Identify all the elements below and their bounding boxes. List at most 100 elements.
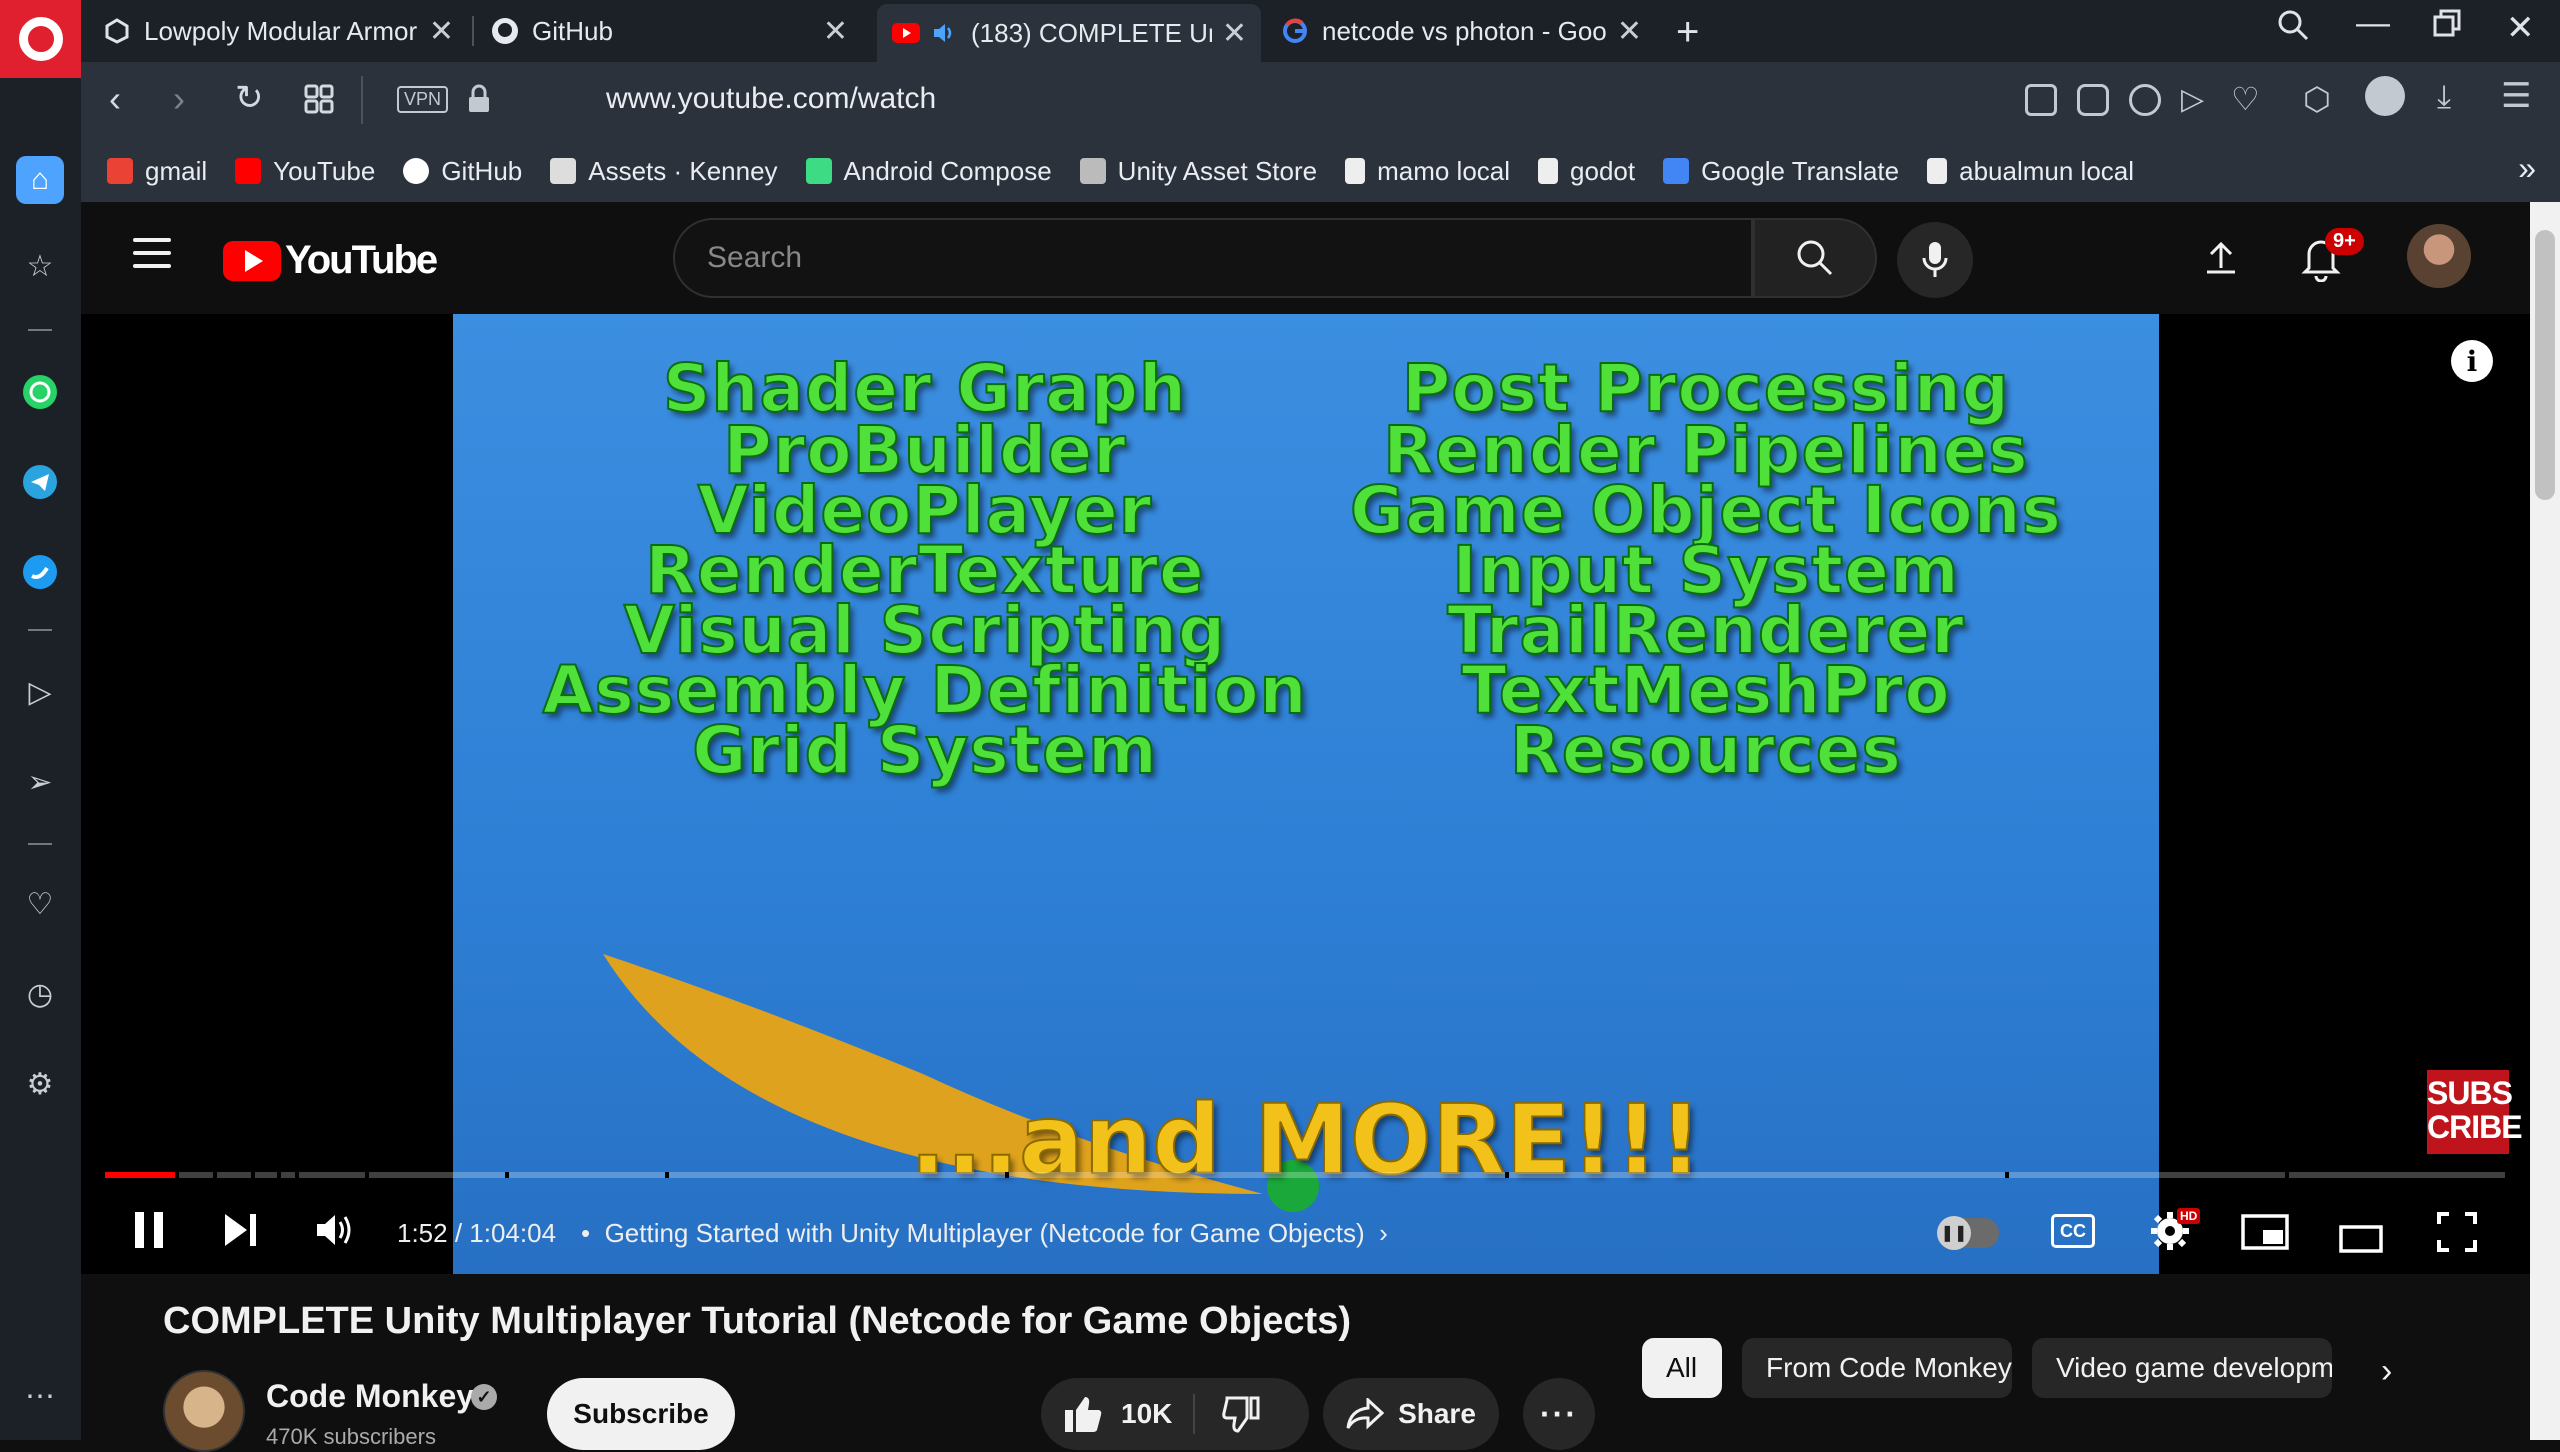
- page-icon: [1927, 158, 1948, 184]
- minimize-icon[interactable]: —: [2356, 4, 2390, 43]
- more-actions-button[interactable]: ···: [1523, 1378, 1595, 1450]
- twitter-icon[interactable]: [22, 554, 58, 590]
- masthead: YouTube Search 9+: [81, 202, 2530, 314]
- tab-youtube-active[interactable]: (183) COMPLETE Uni ✕: [877, 4, 1261, 62]
- telegram-icon[interactable]: [22, 464, 58, 500]
- channel-name[interactable]: Code Monkey: [266, 1378, 474, 1415]
- heart-icon[interactable]: ♡: [2231, 80, 2260, 118]
- player-icon[interactable]: ▷: [20, 672, 60, 712]
- send-icon[interactable]: ▷: [2181, 82, 2204, 117]
- close-icon[interactable]: ✕: [429, 14, 454, 49]
- upload-icon[interactable]: [2201, 238, 2241, 278]
- adblock-icon[interactable]: [2129, 84, 2161, 116]
- close-icon[interactable]: ✕: [823, 14, 848, 49]
- restore-icon[interactable]: [2432, 8, 2462, 47]
- url-field[interactable]: www.youtube.com/watch: [606, 82, 936, 116]
- volume-icon[interactable]: [315, 1212, 355, 1258]
- tab-google-search[interactable]: netcode vs photon - Goo ✕: [1266, 6, 1656, 56]
- chip-all[interactable]: All: [1642, 1338, 1722, 1398]
- send-flow-icon[interactable]: ➢: [20, 762, 60, 802]
- bookmark-label: Assets · Kenney: [588, 155, 778, 186]
- search-input[interactable]: Search: [673, 218, 1753, 298]
- close-icon[interactable]: ✕: [1617, 14, 1642, 49]
- speaker-icon[interactable]: [929, 18, 959, 48]
- back-icon[interactable]: ‹: [109, 78, 121, 120]
- bookmark-mamo-local[interactable]: mamo local: [1345, 156, 1510, 187]
- miniplayer-icon[interactable]: [2241, 1214, 2289, 1260]
- fullscreen-icon[interactable]: [2437, 1212, 2477, 1262]
- profile-icon[interactable]: [2365, 76, 2405, 116]
- progress-bar[interactable]: [105, 1172, 2505, 1178]
- chapter-title-button[interactable]: • Getting Started with Unity Multiplayer…: [581, 1218, 1388, 1249]
- chevron-right-icon[interactable]: ›: [2381, 1352, 2392, 1391]
- bookmark-github[interactable]: GitHub: [403, 156, 522, 187]
- address-bar: ‹ › ↻ VPN www.youtube.com/watch ▷ ♡ ⬡ ⤓ …: [81, 62, 2560, 140]
- home-icon[interactable]: ⌂: [16, 156, 64, 204]
- github-icon: [490, 16, 520, 46]
- bookmark-label: Unity Asset Store: [1117, 155, 1318, 186]
- history-clock-icon[interactable]: ◷: [20, 974, 60, 1014]
- speed-dial-star-icon[interactable]: ☆: [20, 246, 60, 286]
- dislike-button[interactable]: [1221, 1394, 1261, 1439]
- download-icon[interactable]: ⤓: [2437, 78, 2451, 116]
- menu-icon[interactable]: [133, 238, 171, 268]
- subscribe-watermark[interactable]: SUBS CRIBE: [2427, 1070, 2523, 1154]
- tab-title: (183) COMPLETE Uni: [971, 17, 1212, 48]
- account-avatar[interactable]: [2407, 224, 2471, 288]
- info-icon[interactable]: i: [2451, 340, 2493, 382]
- theater-mode-icon[interactable]: [2339, 1218, 2383, 1263]
- chapter-marker: [251, 1172, 255, 1178]
- chip-video-game-development[interactable]: Video game developm: [2032, 1338, 2332, 1398]
- bookmarks-more-icon[interactable]: »: [2518, 150, 2536, 187]
- chip-from-code-monkey[interactable]: From Code Monkey: [1742, 1338, 2012, 1398]
- camera-icon[interactable]: [2077, 84, 2109, 116]
- bookmark-kenney[interactable]: Assets · Kenney: [550, 155, 778, 187]
- close-icon[interactable]: ✕: [1222, 16, 1247, 51]
- tab-search-icon[interactable]: [2276, 8, 2310, 51]
- subtitles-button[interactable]: CC: [2051, 1214, 2095, 1248]
- chapter-marker: [665, 1172, 669, 1178]
- bookmark-android-compose[interactable]: Android Compose: [805, 156, 1052, 187]
- easy-setup-icon[interactable]: ☰: [2501, 76, 2531, 116]
- bookmark-gmail[interactable]: gmail: [107, 156, 207, 187]
- tabs-grid-icon[interactable]: [303, 82, 335, 124]
- tab-lowpoly-armor[interactable]: Lowpoly Modular Armor ✕: [88, 6, 468, 56]
- snap-share-icon[interactable]: [2025, 84, 2057, 116]
- autoplay-toggle[interactable]: ❚❚: [1937, 1216, 1999, 1250]
- like-button[interactable]: [1063, 1394, 1103, 1439]
- whatsapp-icon[interactable]: [22, 374, 58, 410]
- search-button[interactable]: [1753, 218, 1877, 298]
- like-count: 10K: [1121, 1398, 1173, 1429]
- pause-icon[interactable]: [131, 1210, 167, 1260]
- voice-search-button[interactable]: [1897, 222, 1973, 298]
- bookmark-google-translate[interactable]: Google Translate: [1663, 156, 1899, 187]
- bookmark-godot[interactable]: godot: [1538, 156, 1635, 187]
- android-icon: [805, 158, 832, 184]
- bookmark-youtube[interactable]: YouTube: [235, 156, 375, 187]
- next-icon[interactable]: [223, 1212, 259, 1258]
- bookmark-unity-asset-store[interactable]: Unity Asset Store: [1079, 155, 1318, 187]
- extensions-cube-icon[interactable]: ⬡: [2303, 80, 2331, 118]
- close-window-icon[interactable]: ✕: [2506, 8, 2535, 48]
- lock-icon[interactable]: [467, 84, 491, 119]
- chapter-marker: [175, 1172, 179, 1178]
- more-icon[interactable]: ⋯: [20, 1376, 60, 1416]
- page-icon: [1345, 158, 1366, 184]
- forward-icon[interactable]: ›: [173, 78, 185, 120]
- bookmark-abualmun-local[interactable]: abualmun local: [1927, 156, 2134, 187]
- google-icon: [1280, 16, 1310, 46]
- subscribe-button[interactable]: Subscribe: [547, 1378, 735, 1450]
- heart-icon[interactable]: ♡: [20, 884, 60, 924]
- tab-github[interactable]: GitHub ✕: [476, 6, 862, 56]
- settings-gear-icon[interactable]: ⚙: [20, 1064, 60, 1104]
- video-player[interactable]: Shader Graph ProBuilder VideoPlayer RenderT…: [81, 314, 2530, 1274]
- scrollbar-thumb[interactable]: [2535, 230, 2555, 500]
- reload-icon[interactable]: ↻: [235, 78, 264, 118]
- youtube-icon: [235, 158, 262, 184]
- vpn-badge[interactable]: VPN: [397, 86, 449, 113]
- new-tab-button[interactable]: +: [1676, 10, 1699, 55]
- youtube-logo[interactable]: YouTube: [223, 238, 438, 283]
- share-button[interactable]: Share: [1323, 1378, 1499, 1450]
- opera-menu-button[interactable]: [0, 0, 81, 78]
- thumbs-down-icon: [1222, 1396, 1260, 1433]
